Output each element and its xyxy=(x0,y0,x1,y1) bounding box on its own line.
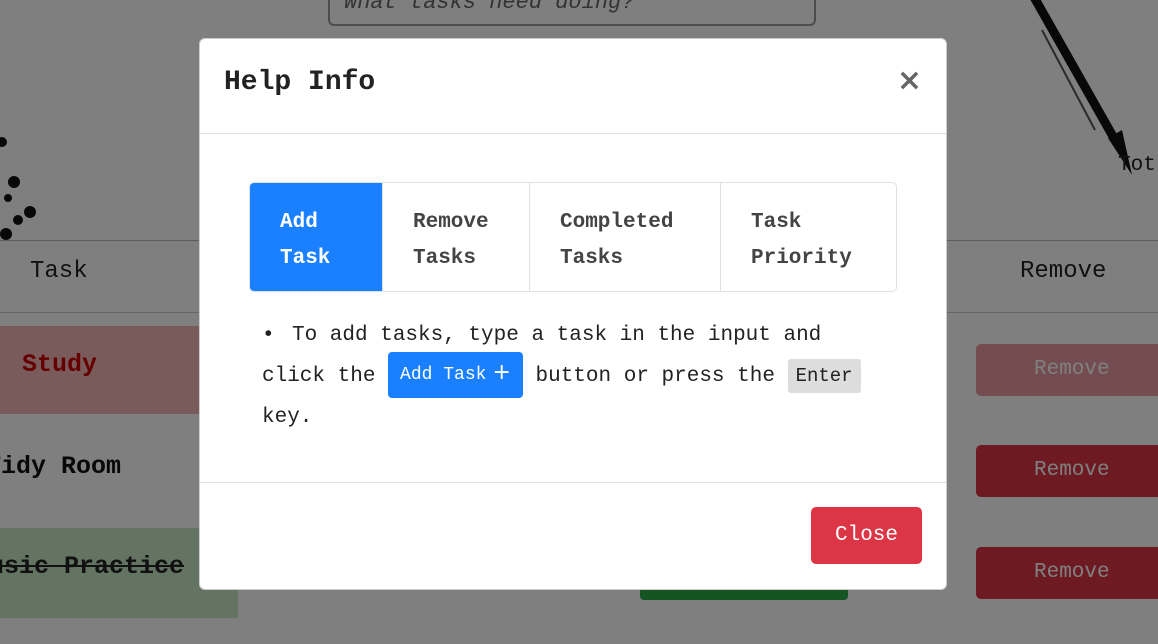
tab-label-line2: Tasks xyxy=(560,247,624,270)
inline-button-label: Add Task xyxy=(400,365,487,386)
tab-label-line2: Task xyxy=(280,247,331,270)
inline-add-task-button: Add Task + xyxy=(388,352,523,399)
enter-key: Enter xyxy=(787,359,861,393)
modal-title: Help Info xyxy=(224,67,376,98)
close-icon[interactable]: × xyxy=(897,63,922,98)
tab-label-line1: Add xyxy=(280,211,318,234)
help-text: • To add tasks, type a task in the input … xyxy=(262,315,882,438)
tab-label-line2: Priority xyxy=(751,247,852,270)
help-text-after: key. xyxy=(262,406,313,429)
tab-label-line1: Remove xyxy=(413,211,489,234)
close-button[interactable]: Close xyxy=(811,507,922,564)
tab-label-line1: Completed xyxy=(560,211,674,234)
tab-task-priority[interactable]: Task Priority xyxy=(721,183,896,291)
bullet: • xyxy=(262,324,275,347)
plus-icon: + xyxy=(492,360,511,386)
tab-label-line2: Tasks xyxy=(413,247,477,270)
modal-header: Help Info × xyxy=(200,39,946,134)
help-tabs: Add Task Remove Tasks Completed Tasks Ta… xyxy=(249,182,897,292)
help-text-middle: button or press the xyxy=(535,365,775,388)
tab-add-task[interactable]: Add Task xyxy=(250,183,383,291)
tab-label-line1: Task xyxy=(751,211,802,234)
tab-completed-tasks[interactable]: Completed Tasks xyxy=(530,183,721,291)
tab-remove-tasks[interactable]: Remove Tasks xyxy=(383,183,530,291)
modal-footer: Close xyxy=(200,482,946,589)
help-modal: Help Info × Add Task Remove Tasks Comple… xyxy=(199,38,947,590)
